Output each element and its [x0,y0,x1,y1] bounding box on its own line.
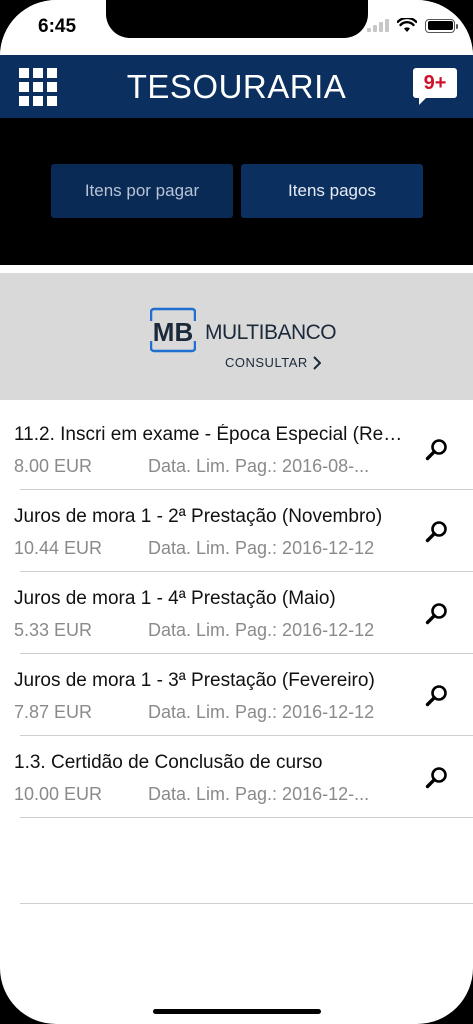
battery-icon [425,18,458,33]
list-item[interactable]: Juros de mora 1 - 2ª Prestação (Novembro… [0,490,473,572]
list-item[interactable]: 11.2. Inscri em exame - Época Especial (… [0,408,473,490]
cellular-signal-icon [367,19,389,32]
status-bar: 6:45 [0,0,473,55]
item-title: Juros de mora 1 - 3ª Prestação (Fevereir… [14,670,375,691]
item-due-date: Data. Lim. Pag.: 2016-12-12 [148,538,375,558]
status-icons [367,18,458,33]
search-icon[interactable] [425,602,449,626]
item-title: Juros de mora 1 - 4ª Prestação (Maio) [14,588,336,609]
item-title: 11.2. Inscri em exame - Época Especial (… [14,424,404,445]
home-indicator[interactable] [153,1009,321,1014]
wifi-icon [397,18,417,32]
item-title: Juros de mora 1 - 2ª Prestação (Novembro… [14,506,383,527]
item-amount: 10.00 EUR [14,784,103,804]
item-amount: 10.44 EUR [14,538,103,558]
nav-bar: TESOURARIA 9+ [0,55,473,118]
item-due-date: Data. Lim. Pag.: 2016-12-12 [148,702,375,722]
search-icon[interactable] [425,438,449,462]
payment-items-list: 11.2. Inscri em exame - Época Especial (… [0,408,473,818]
multibanco-logo-icon: MB [150,307,196,353]
item-amount: 5.33 EUR [14,620,93,640]
search-icon[interactable] [425,520,449,544]
list-item[interactable]: Juros de mora 1 - 3ª Prestação (Fevereir… [0,654,473,736]
notifications-button[interactable]: 9+ [413,68,457,105]
multibanco-consult-link[interactable]: CONSULTAR [225,355,321,370]
chevron-right-icon [313,355,321,370]
list-item[interactable]: 1.3. Certidão de Conclusão de curso 10.0… [0,736,473,818]
status-time: 6:45 [38,16,77,37]
svg-text:MB: MB [153,317,193,347]
search-icon[interactable] [425,684,449,708]
multibanco-banner[interactable]: MB MULTIBANCO CONSULTAR [0,273,473,400]
multibanco-consult-label: CONSULTAR [225,355,308,370]
item-title: 1.3. Certidão de Conclusão de curso [14,752,323,773]
item-due-date: Data. Lim. Pag.: 2016-08-... [148,456,370,476]
tab-paid-items[interactable]: Itens pagos [241,164,423,218]
device-notch [106,0,368,38]
multibanco-brand: MULTIBANCO [205,321,337,344]
item-due-date: Data. Lim. Pag.: 2016-12-12 [148,620,375,640]
item-amount: 8.00 EUR [14,456,93,476]
item-amount: 7.87 EUR [14,702,93,722]
search-icon[interactable] [425,766,449,790]
menu-grid-button[interactable] [19,68,57,106]
notification-badge: 9+ [413,68,457,105]
list-item[interactable]: Juros de mora 1 - 4ª Prestação (Maio) 5.… [0,572,473,654]
segment-control: Itens por pagar Itens pagos [0,118,473,265]
list-divider [20,903,473,904]
tab-unpaid-items[interactable]: Itens por pagar [51,164,233,218]
item-due-date: Data. Lim. Pag.: 2016-12-... [148,784,370,804]
page-title: TESOURARIA [126,67,347,105]
app-screen: 6:45 TESOURARIA 9+ Itens por pagar Itens… [0,0,473,1024]
